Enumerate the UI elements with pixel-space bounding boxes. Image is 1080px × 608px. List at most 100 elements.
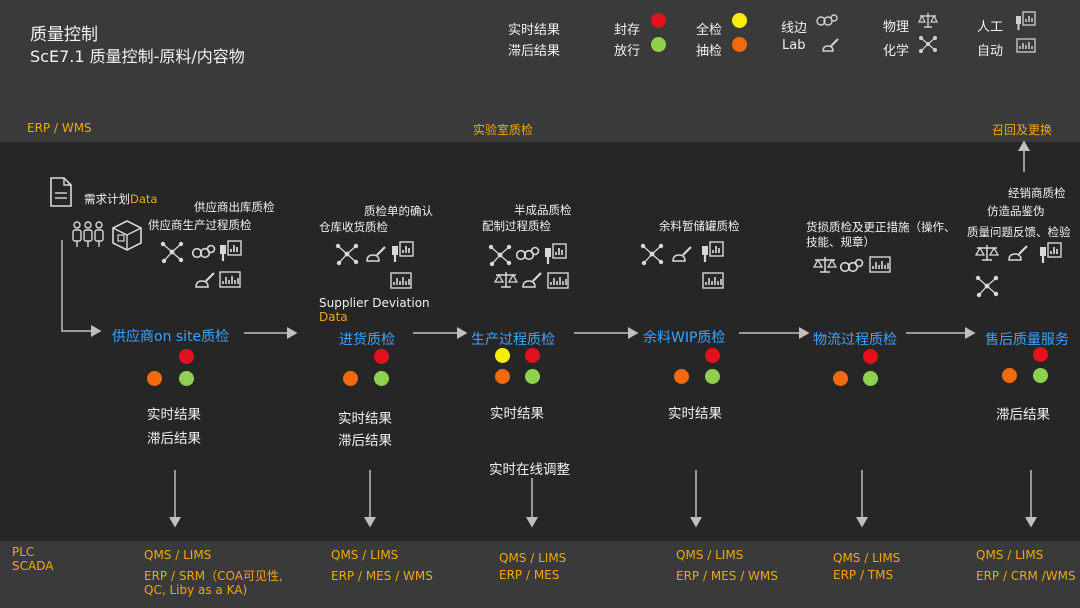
flask-icon	[522, 272, 542, 288]
cargo-damage-note-1: 货损质检及更正措施（操作、	[806, 220, 956, 234]
manual-inspection-icon	[1016, 11, 1036, 30]
molecule-icon	[919, 36, 937, 53]
status-dot-sampling	[495, 369, 510, 384]
sys5-qms: QMS / LIMS	[833, 551, 901, 565]
stage-logistics: 物流过程质检	[813, 332, 897, 348]
stage-production: 生产过程质检	[471, 332, 555, 348]
scale-icon	[918, 13, 938, 28]
supplier-deviation-data: Data	[319, 310, 348, 324]
manual-inspection-icon	[220, 240, 242, 261]
legend-release-dot	[651, 37, 666, 52]
manual-inspection-icon	[392, 241, 414, 262]
stage-wip: 余料WIP质检	[643, 330, 726, 346]
pipeline-icon	[840, 258, 864, 273]
status-dot-sampling	[833, 371, 848, 386]
auto-chart-icon	[219, 271, 241, 288]
sys4-erp: ERP / MES / WMS	[676, 569, 778, 583]
auto-chart-icon	[869, 256, 891, 273]
auto-chart-icon	[390, 272, 412, 289]
flask-icon	[366, 246, 386, 262]
flask-icon	[195, 272, 215, 288]
qc-confirm-note: 质检单的确认	[364, 204, 433, 218]
legend-realtime: 实时结果	[508, 23, 561, 38]
stage2-result-delayed: 滞后结果	[338, 433, 392, 449]
molecule-icon	[335, 243, 359, 266]
molecule-icon	[640, 243, 664, 266]
people-icon	[72, 221, 104, 247]
legend-manual: 人工	[977, 20, 1004, 35]
demand-data-label: Data	[130, 192, 158, 206]
scale-icon	[975, 245, 999, 261]
stage-after-sales: 售后质量服务	[985, 332, 1069, 348]
supplier-deviation-note: Supplier Deviation	[319, 296, 430, 310]
scada-label: SCADA	[12, 559, 54, 573]
status-dot-hold	[525, 348, 540, 363]
status-dot-sampling	[343, 371, 358, 386]
tank-storage-note: 余料暂储罐质检	[659, 219, 740, 233]
sys1-erp-cont: QC, Liby as a KA)	[144, 583, 248, 597]
sys1-qms: QMS / LIMS	[144, 548, 212, 562]
stage-supplier-onsite: 供应商on site质检	[112, 329, 230, 345]
status-dot-release	[525, 369, 540, 384]
status-dot-release	[705, 369, 720, 384]
status-dot-hold	[179, 349, 194, 364]
demand-connector	[61, 240, 102, 337]
status-dot-release	[179, 371, 194, 386]
recall-label: 召回及更换	[992, 123, 1053, 137]
legend-hold-dot	[651, 13, 666, 28]
supplier-process-note: 供应商生产过程质检	[148, 218, 252, 232]
pipeline-icon	[816, 14, 838, 26]
status-dot-release	[374, 371, 389, 386]
status-dot-release	[863, 371, 878, 386]
sys2-erp: ERP / MES / WMS	[331, 569, 433, 583]
status-dot-full	[495, 348, 510, 363]
stage4-result-realtime: 实时结果	[668, 406, 722, 422]
status-dot-hold	[863, 349, 878, 364]
legend-physical: 物理	[883, 20, 910, 35]
status-dot-sampling	[1002, 368, 1017, 383]
stage2-result-realtime: 实时结果	[338, 411, 392, 427]
erp-wms-label: ERP / WMS	[27, 121, 92, 135]
stage1-result-delayed: 滞后结果	[147, 431, 201, 447]
sys4-qms: QMS / LIMS	[676, 548, 744, 562]
sys5-erp: ERP / TMS	[833, 568, 894, 582]
legend-inline: 线边	[781, 21, 808, 36]
manual-inspection-icon	[702, 241, 724, 262]
quality-feedback-note: 质量问题反馈、检验	[967, 225, 1071, 239]
sys6-erp: ERP / CRM /WMS	[976, 569, 1076, 583]
demand-label: 需求计划	[84, 192, 130, 206]
cargo-damage-note-2: 技能、规章）	[806, 235, 875, 249]
flask-icon	[1008, 245, 1028, 261]
semi-finished-note: 半成品质检	[514, 203, 572, 217]
status-dot-hold	[705, 348, 720, 363]
sys3-qms: QMS / LIMS	[499, 551, 567, 565]
legend-lab: Lab	[782, 38, 806, 53]
warehouse-receive-note: 仓库收货质检	[319, 220, 388, 234]
auto-chart-icon	[1016, 38, 1036, 53]
pipeline-icon	[516, 246, 540, 261]
molecule-icon	[160, 241, 184, 264]
stage6-result-delayed: 滞后结果	[996, 407, 1050, 423]
legend-sampling: 抽检	[696, 44, 723, 59]
legend-delayed: 滞后结果	[508, 44, 561, 59]
counterfeit-note: 仿造品鉴伪	[987, 204, 1045, 218]
auto-chart-icon	[547, 272, 569, 289]
lab-qc-label: 实验室质检	[473, 123, 534, 137]
flask-icon	[672, 246, 692, 262]
status-dot-hold	[374, 349, 389, 364]
scale-icon	[813, 257, 837, 273]
legend-hold: 封存	[614, 23, 641, 38]
stage3-result-online-adjust: 实时在线调整	[489, 462, 570, 478]
auto-chart-icon	[702, 272, 724, 289]
status-dot-release	[1033, 368, 1048, 383]
batching-note: 配制过程质检	[482, 219, 551, 233]
scale-icon	[494, 272, 518, 288]
legend-full-dot	[732, 13, 747, 28]
molecule-icon	[975, 275, 999, 298]
page-title: 质量控制	[30, 25, 98, 45]
stage1-result-realtime: 实时结果	[147, 407, 201, 423]
manual-inspection-icon	[545, 243, 567, 264]
page-subtitle: ScE7.1 质量控制-原料/内容物	[30, 47, 245, 66]
flask-icon	[822, 38, 839, 52]
flow-arrows	[61, 140, 1037, 528]
